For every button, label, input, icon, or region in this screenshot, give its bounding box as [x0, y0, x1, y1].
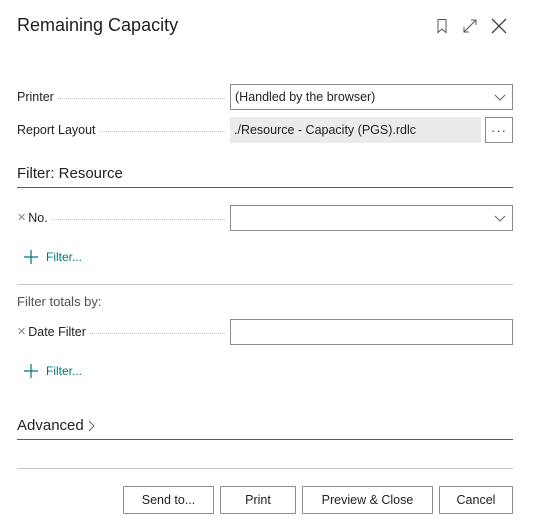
printer-value: (Handled by the browser) — [235, 90, 376, 104]
date-filter-input[interactable] — [230, 319, 513, 345]
leader-dots — [57, 98, 225, 99]
chevron-right-icon — [88, 420, 95, 431]
dialog-title: Remaining Capacity — [17, 15, 179, 35]
divider — [17, 284, 513, 285]
filter-no-input[interactable] — [230, 205, 513, 231]
printer-select[interactable]: (Handled by the browser) — [230, 84, 513, 110]
filter-resource-title: Filter: Resource — [17, 165, 123, 182]
chevron-down-icon — [494, 215, 506, 222]
add-filter-label: Filter... — [46, 364, 83, 378]
add-filter-resource-button[interactable]: Filter... — [24, 248, 82, 266]
printer-label-text: Printer — [17, 90, 54, 104]
printer-label: Printer — [17, 84, 225, 110]
filter-no-label-text: No. — [28, 211, 48, 225]
preview-close-button[interactable]: Preview & Close — [302, 486, 433, 514]
remove-filter-icon[interactable]: ✕ — [17, 319, 26, 345]
print-button[interactable]: Print — [220, 486, 296, 514]
section-divider — [17, 439, 513, 440]
filter-no-row: ✕ No. — [17, 205, 513, 231]
bookmark-icon[interactable] — [433, 17, 451, 35]
add-filter-totals-button[interactable]: Filter... — [24, 362, 82, 380]
report-layout-value: ./Resource - Capacity (PGS).rdlc — [230, 117, 481, 143]
report-layout-lookup-button[interactable]: ··· — [485, 117, 513, 143]
leader-dots — [99, 131, 225, 132]
report-layout-label: Report Layout — [17, 117, 225, 143]
plus-icon — [24, 364, 38, 378]
send-to-button[interactable]: Send to... — [123, 486, 214, 514]
remove-filter-icon[interactable]: ✕ — [17, 205, 26, 231]
printer-row: Printer (Handled by the browser) — [17, 84, 513, 110]
close-icon[interactable] — [490, 17, 508, 35]
add-filter-label: Filter... — [46, 250, 83, 264]
filter-date-label: ✕ Date Filter — [17, 319, 225, 345]
leader-dots — [51, 219, 225, 220]
leader-dots — [89, 333, 225, 334]
advanced-toggle[interactable]: Advanced — [17, 417, 96, 434]
report-layout-row: Report Layout ./Resource - Capacity (PGS… — [17, 117, 513, 143]
advanced-label: Advanced — [17, 417, 84, 434]
filter-no-label: ✕ No. — [17, 205, 225, 231]
plus-icon — [24, 250, 38, 264]
section-divider — [17, 187, 513, 188]
filter-date-label-text: Date Filter — [28, 325, 86, 339]
filter-date-row: ✕ Date Filter — [17, 319, 513, 345]
expand-icon[interactable] — [461, 17, 479, 35]
footer-divider — [17, 468, 513, 469]
chevron-down-icon — [494, 94, 506, 101]
filter-totals-title: Filter totals by: — [17, 294, 102, 309]
cancel-button[interactable]: Cancel — [439, 486, 513, 514]
report-layout-label-text: Report Layout — [17, 123, 96, 137]
